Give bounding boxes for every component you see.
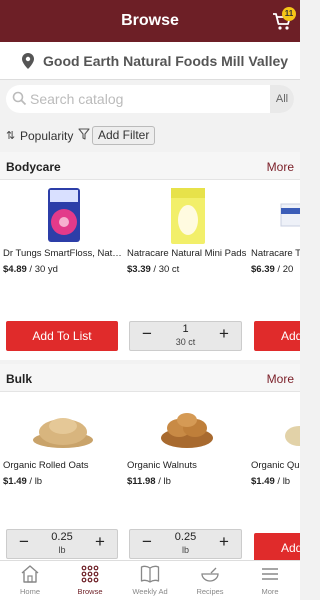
add-filter-button[interactable]: Add Filter — [92, 126, 156, 145]
product-name: Organic Quinoa — [251, 460, 300, 471]
sort-filter-bar: ⇅ Popularity Add Filter — [0, 122, 300, 150]
tab-weekly-ad[interactable]: Weekly Ad — [120, 561, 180, 600]
hamburger-icon — [262, 568, 278, 580]
cart-button[interactable]: 11 — [271, 7, 297, 34]
product-name: Natracare Natural Mini Pads — [127, 248, 247, 259]
tab-recipes[interactable]: Recipes — [180, 561, 240, 600]
product-price: $1.49 / lb — [3, 476, 43, 487]
product-image-tampons — [280, 203, 300, 227]
cart-count-badge: 11 — [282, 7, 296, 21]
increase-quantity-button[interactable]: + — [91, 532, 109, 552]
add-to-list-button-partial[interactable]: Add — [254, 321, 300, 351]
product-price: $3.39 / 30 ct — [127, 264, 180, 275]
search-area: All — [0, 80, 300, 122]
book-icon — [140, 565, 160, 583]
search-input[interactable] — [30, 89, 265, 109]
tab-label: Recipes — [196, 587, 224, 596]
product-image-walnuts — [161, 413, 213, 448]
section-header: Bodycare More — [0, 152, 300, 180]
quantity-stepper: − 0.25 lb + — [129, 529, 242, 559]
increase-quantity-button[interactable]: + — [215, 532, 233, 552]
section-more-link[interactable]: More — [267, 372, 294, 386]
page-title: Browse — [121, 12, 179, 29]
location-pin-icon — [22, 53, 34, 69]
product-price: $11.98 / lb — [127, 476, 171, 487]
bowl-icon — [201, 567, 219, 582]
add-to-list-button[interactable]: Add To List — [6, 321, 118, 351]
product-price: $4.89 / 30 yd — [3, 264, 58, 275]
store-name: Good Earth Natural Foods Mill Valley — [43, 53, 289, 69]
section-bulk: Bulk More Organic Rolled Oats $1.49 / lb… — [0, 364, 300, 560]
section-header: Bulk More — [0, 364, 300, 392]
tab-label: More — [261, 587, 279, 596]
tab-label: Weekly Ad — [132, 587, 168, 596]
product-name: Organic Rolled Oats — [3, 460, 89, 471]
tab-more[interactable]: More — [240, 561, 300, 600]
grid-dots-icon — [81, 565, 99, 583]
top-bar: Browse 11 — [0, 0, 300, 42]
add-to-list-button-partial[interactable]: Add — [254, 533, 300, 560]
product-price: $1.49 / lb — [251, 476, 291, 487]
search-scope-button[interactable]: All — [270, 85, 294, 113]
tab-browse[interactable]: Browse — [60, 561, 120, 600]
product-name: Organic Walnuts — [127, 460, 197, 471]
sort-popularity[interactable]: Popularity — [20, 129, 73, 143]
home-icon — [21, 565, 39, 583]
product-price: $6.39 / 20 — [251, 264, 294, 275]
store-selector[interactable]: Good Earth Natural Foods Mill Valley — [0, 42, 300, 80]
section-title: Bulk — [6, 372, 33, 386]
tab-label: Browse — [77, 587, 103, 596]
product-name: Natracare Tampons — [251, 248, 300, 259]
product-image-pads — [171, 188, 205, 244]
product-image-quinoa — [285, 426, 300, 446]
product-image-oats — [33, 418, 93, 448]
tab-home[interactable]: Home — [0, 561, 60, 600]
product-name: Dr Tungs SmartFloss, Natural — [3, 248, 123, 259]
tab-label: Home — [19, 587, 40, 596]
section-more-link[interactable]: More — [267, 160, 294, 174]
bottom-tab-bar: Home Browse Weekly Ad Recipes More — [0, 560, 300, 600]
product-image-floss — [48, 188, 80, 242]
filter-icon — [78, 128, 90, 140]
increase-quantity-button[interactable]: + — [215, 324, 233, 344]
section-bodycare: Bodycare More Dr Tungs SmartFloss, Natur… — [0, 152, 300, 360]
quantity-stepper: − 1 30 ct + — [129, 321, 242, 351]
sort-icon[interactable]: ⇅ — [6, 129, 15, 142]
search-icon — [12, 91, 27, 106]
search-bar: All — [6, 85, 294, 113]
section-title: Bodycare — [6, 160, 61, 174]
quantity-stepper: − 0.25 lb + — [6, 529, 118, 559]
